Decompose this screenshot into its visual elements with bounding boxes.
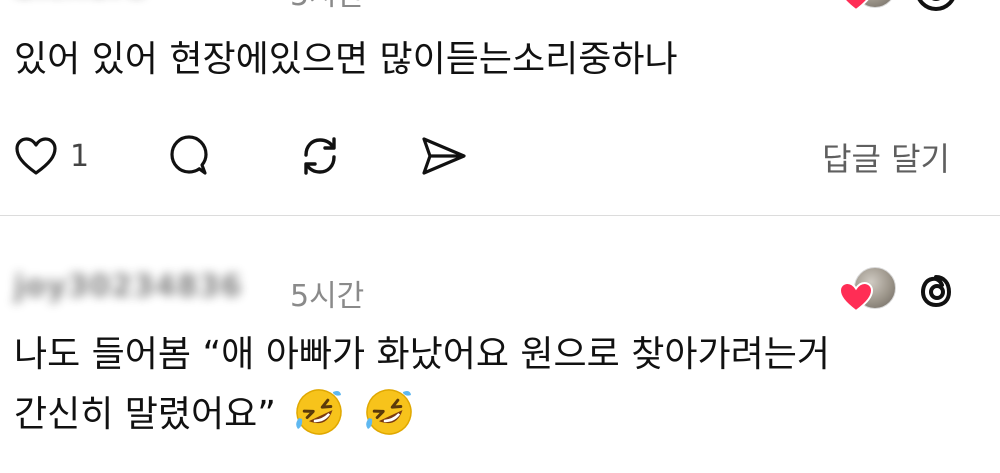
comment-bubble-icon xyxy=(170,135,208,175)
post-content: 있어 있어 현장에있으면 많이듣는소리중하나 xyxy=(14,39,678,80)
post-content: 나도 들어봄 “애 아빠가 화났어요 원으로 찾아가려는거 간신히 말렸어요” xyxy=(14,325,986,445)
heart-badge-icon xyxy=(838,281,874,313)
author-avatar[interactable] xyxy=(838,0,896,18)
repost-button[interactable] xyxy=(296,126,344,186)
threads-logo-icon[interactable] xyxy=(912,0,960,14)
repost-icon xyxy=(304,137,336,175)
author-avatar[interactable] xyxy=(838,267,896,319)
post-content-line: 나도 들어봄 “애 아빠가 화났어요 원으로 찾아가려는거 xyxy=(14,334,830,375)
heart-icon xyxy=(15,137,57,175)
post-content-text: 간신히 말렸어요” xyxy=(14,394,276,435)
post-item: bitfiore 5시간 있어 있어 현장에있으면 많이듣는소리중하나 1 xyxy=(0,0,1000,216)
reply-button[interactable]: 답글 달기 xyxy=(822,134,950,180)
threads-logo-icon[interactable] xyxy=(912,267,960,315)
rolling-on-floor-laughing-emoji-icon xyxy=(366,389,412,435)
like-button[interactable]: 1 xyxy=(14,126,89,186)
post-item: joy30234836 5시간 나도 들어봄 “애 아빠가 화났어요 원으로 찾… xyxy=(0,217,1000,473)
send-icon xyxy=(422,137,466,175)
post-divider xyxy=(0,215,1000,216)
post-time: 5시간 xyxy=(290,0,364,14)
rolling-on-floor-laughing-emoji-icon xyxy=(296,389,343,435)
post-time: 5시간 xyxy=(290,279,365,314)
post-content-line-2: 간신히 말렸어요” xyxy=(14,385,986,445)
post-header: bitfiore 5시간 xyxy=(14,0,986,20)
post-username[interactable]: joy30234836 xyxy=(14,269,242,304)
post-actions: 1 답글 달기 xyxy=(14,126,986,196)
post-username[interactable]: bitfiore xyxy=(14,0,147,3)
like-count: 1 xyxy=(70,138,90,174)
post-header: joy30234836 5시간 xyxy=(14,261,986,321)
heart-badge-icon xyxy=(843,0,869,12)
comment-button[interactable] xyxy=(166,126,212,186)
share-button[interactable] xyxy=(420,126,468,186)
